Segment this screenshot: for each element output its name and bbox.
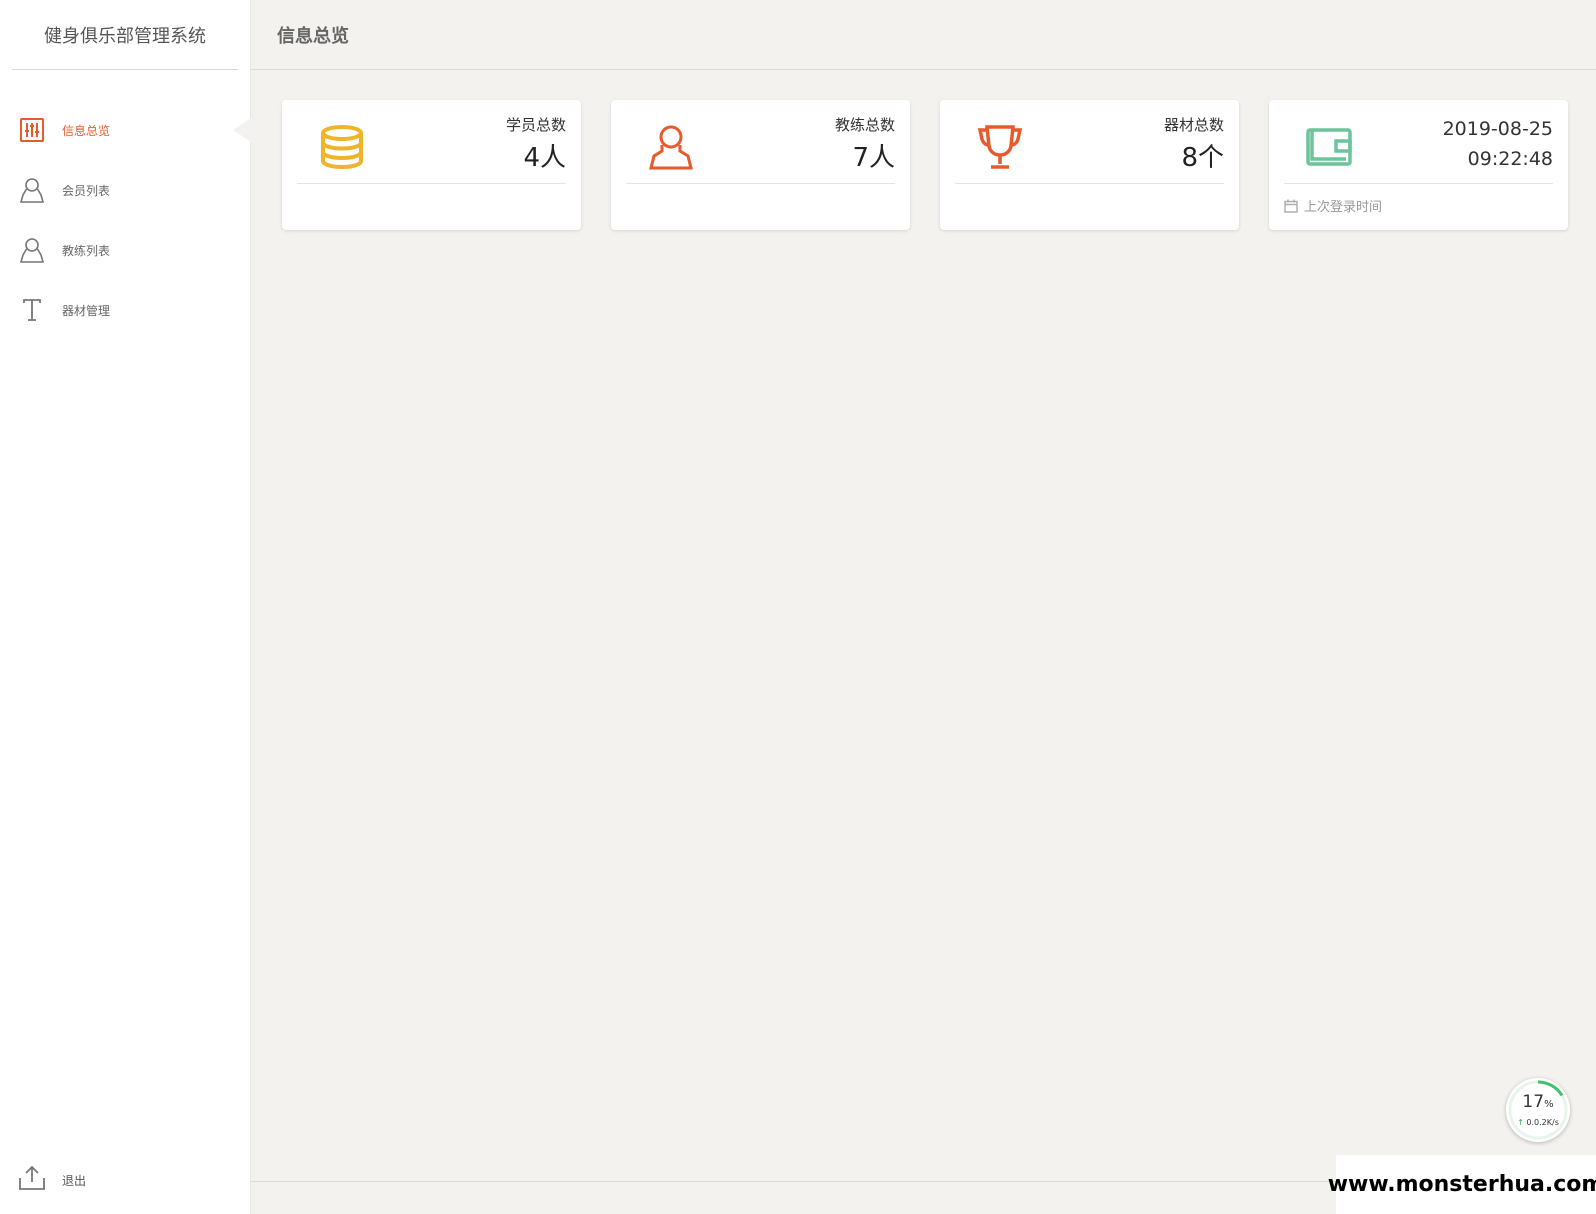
- page-title: 信息总览: [277, 25, 349, 47]
- trophy-icon: [955, 114, 1045, 183]
- stat-card-students: 学员总数 4人: [282, 100, 581, 230]
- user-icon: [20, 177, 44, 203]
- user-icon: [20, 237, 44, 263]
- last-login-date: 2019-08-25: [1442, 118, 1553, 140]
- stat-caption: 学员总数: [505, 116, 566, 134]
- speed-rate: ↑ 0.0.2K/s: [1517, 1118, 1559, 1127]
- last-login-label: 上次登录时间: [1304, 200, 1383, 215]
- arrow-up-icon: ↑: [1517, 1118, 1524, 1127]
- sidebar-item-overview[interactable]: 信息总览: [0, 100, 251, 160]
- calendar-icon: [1284, 199, 1298, 213]
- stat-value: 4人: [523, 143, 566, 173]
- text-t-icon: [20, 297, 44, 323]
- sidebar-item-members[interactable]: 会员列表: [0, 160, 250, 220]
- sidebar-item-equipment[interactable]: 器材管理: [0, 280, 250, 340]
- database-icon: [297, 114, 387, 183]
- sidebar-nav: 信息总览 会员列表 教练列表 器材管理: [0, 100, 251, 340]
- network-speed-widget[interactable]: 17% ↑ 0.0.2K/s: [1506, 1078, 1570, 1142]
- stat-card-equipment: 器材总数 8个: [940, 100, 1239, 230]
- stat-value: 7人: [852, 143, 895, 173]
- wallet-icon: [1284, 114, 1374, 183]
- speed-percent: 17%: [1522, 1092, 1554, 1112]
- brand-title: 健身俱乐部管理系统: [12, 0, 238, 70]
- sidebar: 健身俱乐部管理系统 信息总览 会员列表 教练列表 器材管理 退出: [0, 0, 251, 1214]
- stat-caption: 器材总数: [1163, 116, 1224, 134]
- stat-card-coaches: 教练总数 7人: [611, 100, 910, 230]
- user-icon: [626, 114, 716, 183]
- sliders-icon: [20, 117, 44, 143]
- upload-icon: [18, 1165, 46, 1195]
- sidebar-item-label: 信息总览: [62, 123, 111, 138]
- last-login-time: 09:22:48: [1467, 148, 1553, 170]
- sidebar-item-coaches[interactable]: 教练列表: [0, 220, 250, 280]
- sidebar-item-label: 会员列表: [62, 183, 111, 198]
- sidebar-item-label: 器材管理: [62, 303, 111, 318]
- stat-caption: 教练总数: [834, 116, 895, 134]
- logout-label: 退出: [62, 1173, 87, 1188]
- logout-button[interactable]: 退出: [0, 1158, 250, 1202]
- stat-card-last-login: 2019-08-25 09:22:48 上次登录时间: [1269, 100, 1568, 230]
- page-header: 信息总览: [251, 0, 1596, 70]
- stat-value: 8个: [1181, 143, 1224, 173]
- sidebar-item-label: 教练列表: [62, 243, 111, 258]
- stat-cards: 学员总数 4人 教练总数 7人 器材总数 8个 2019-08-25 09:22…: [282, 100, 1568, 230]
- watermark: www.monsterhua.com: [1328, 1155, 1596, 1214]
